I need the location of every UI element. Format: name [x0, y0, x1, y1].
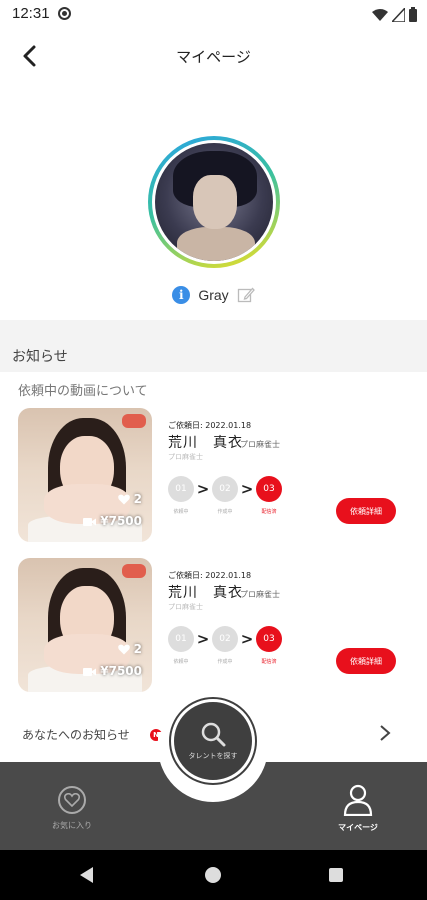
requests-title: 依頼中の動画について [18, 384, 148, 399]
request-detail-button[interactable]: 依頼詳細 [336, 498, 396, 524]
step-number: 01 [168, 476, 194, 502]
notices-header: お知らせ [0, 320, 427, 372]
step-label: 依頼中 [173, 659, 189, 665]
request-card[interactable]: 2 ¥7500 ご依頼日: 2022.01.18 荒川 真衣 プロ麻雀士 プロ麻… [18, 408, 408, 544]
nav-recents-button[interactable] [329, 868, 343, 882]
step-label: 配信済 [261, 659, 277, 665]
search-icon [201, 722, 226, 747]
talent-role: プロ麻雀士 [240, 590, 280, 599]
request-card[interactable]: 2 ¥7500 ご依頼日: 2022.01.18 荒川 真衣 プロ麻雀士 プロ麻… [18, 558, 408, 694]
price-value: ¥7500 [100, 514, 142, 528]
likes-count: 2 [117, 642, 142, 656]
video-icon [83, 517, 97, 526]
step-number: 03 [256, 626, 282, 652]
app-notification-icon [58, 7, 71, 20]
tab-favorites[interactable]: お気に入り [40, 786, 104, 831]
edit-icon[interactable] [237, 286, 255, 304]
tab-label: お気に入り [52, 821, 92, 830]
page-title: マイページ [176, 48, 251, 66]
chevron-right-icon: > [240, 480, 254, 498]
tab-label: マイページ [338, 823, 378, 832]
notice-label: あなたへのお知らせ [22, 728, 130, 742]
chevron-right-icon: > [196, 480, 210, 498]
request-date: ご依頼日: 2022.01.18 [168, 571, 252, 580]
profile-name-row: i Gray [0, 286, 427, 304]
progress-steps: 01 依頼中 > 02 作成中 > 03 配信済 [168, 626, 282, 665]
request-detail-button[interactable]: 依頼詳細 [336, 648, 396, 674]
signal-icon [392, 8, 405, 22]
user-icon [343, 784, 373, 816]
video-icon [83, 667, 97, 676]
step-number: 03 [256, 476, 282, 502]
search-talent-button[interactable]: タレントを探す [168, 696, 258, 786]
chevron-right-icon: > [240, 630, 254, 648]
progress-steps: 01 依頼中 > 02 作成中 > 03 配信済 [168, 476, 282, 515]
likes-count: 2 [117, 492, 142, 506]
chevron-right-icon: > [196, 630, 210, 648]
section-title: お知らせ [12, 349, 68, 365]
likes-value: 2 [133, 492, 142, 506]
app-header: マイページ [0, 28, 427, 84]
system-nav-bar [0, 850, 427, 900]
nav-back-button[interactable] [80, 867, 93, 883]
info-icon[interactable]: i [172, 286, 191, 304]
talent-name: 荒川 真衣 [168, 585, 243, 601]
step-1: 01 依頼中 [168, 626, 194, 665]
avatar [155, 143, 273, 261]
step-2: 02 作成中 [212, 626, 238, 665]
step-label: 作成中 [217, 659, 233, 665]
likes-value: 2 [133, 642, 142, 656]
talent-role: プロ麻雀士 [240, 440, 280, 449]
search-fab-label: タレントを探す [188, 752, 238, 760]
sticker-decoration [122, 414, 146, 428]
talent-photo: 2 ¥7500 [18, 408, 152, 542]
step-label: 作成中 [217, 509, 233, 515]
price: ¥7500 [83, 664, 142, 678]
step-2: 02 作成中 [212, 476, 238, 515]
price: ¥7500 [83, 514, 142, 528]
talent-role-sub: プロ麻雀士 [168, 453, 203, 461]
heart-icon [117, 644, 130, 654]
avatar-ring[interactable] [148, 136, 280, 268]
step-number: 02 [212, 626, 238, 652]
step-1: 01 依頼中 [168, 476, 194, 515]
step-3: 03 配信済 [256, 626, 282, 665]
chevron-right-icon [379, 724, 391, 746]
step-number: 01 [168, 626, 194, 652]
request-date: ご依頼日: 2022.01.18 [168, 421, 252, 430]
profile-section: i Gray [0, 84, 427, 320]
profile-name: Gray [198, 287, 229, 303]
status-icons [372, 6, 417, 22]
heart-icon [58, 786, 86, 814]
nav-home-button[interactable] [205, 867, 221, 883]
step-number: 02 [212, 476, 238, 502]
talent-photo: 2 ¥7500 [18, 558, 152, 692]
step-3: 03 配信済 [256, 476, 282, 515]
step-label: 依頼中 [173, 509, 189, 515]
heart-icon [117, 494, 130, 504]
status-time: 12:31 [12, 5, 50, 22]
battery-icon [409, 7, 417, 22]
status-bar: 12:31 [0, 0, 427, 28]
talent-name: 荒川 真衣 [168, 435, 243, 451]
step-label: 配信済 [261, 509, 277, 515]
sticker-decoration [122, 564, 146, 578]
wifi-icon [372, 9, 388, 21]
price-value: ¥7500 [100, 664, 142, 678]
tab-mypage[interactable]: マイページ [326, 784, 390, 833]
talent-role-sub: プロ麻雀士 [168, 603, 203, 611]
